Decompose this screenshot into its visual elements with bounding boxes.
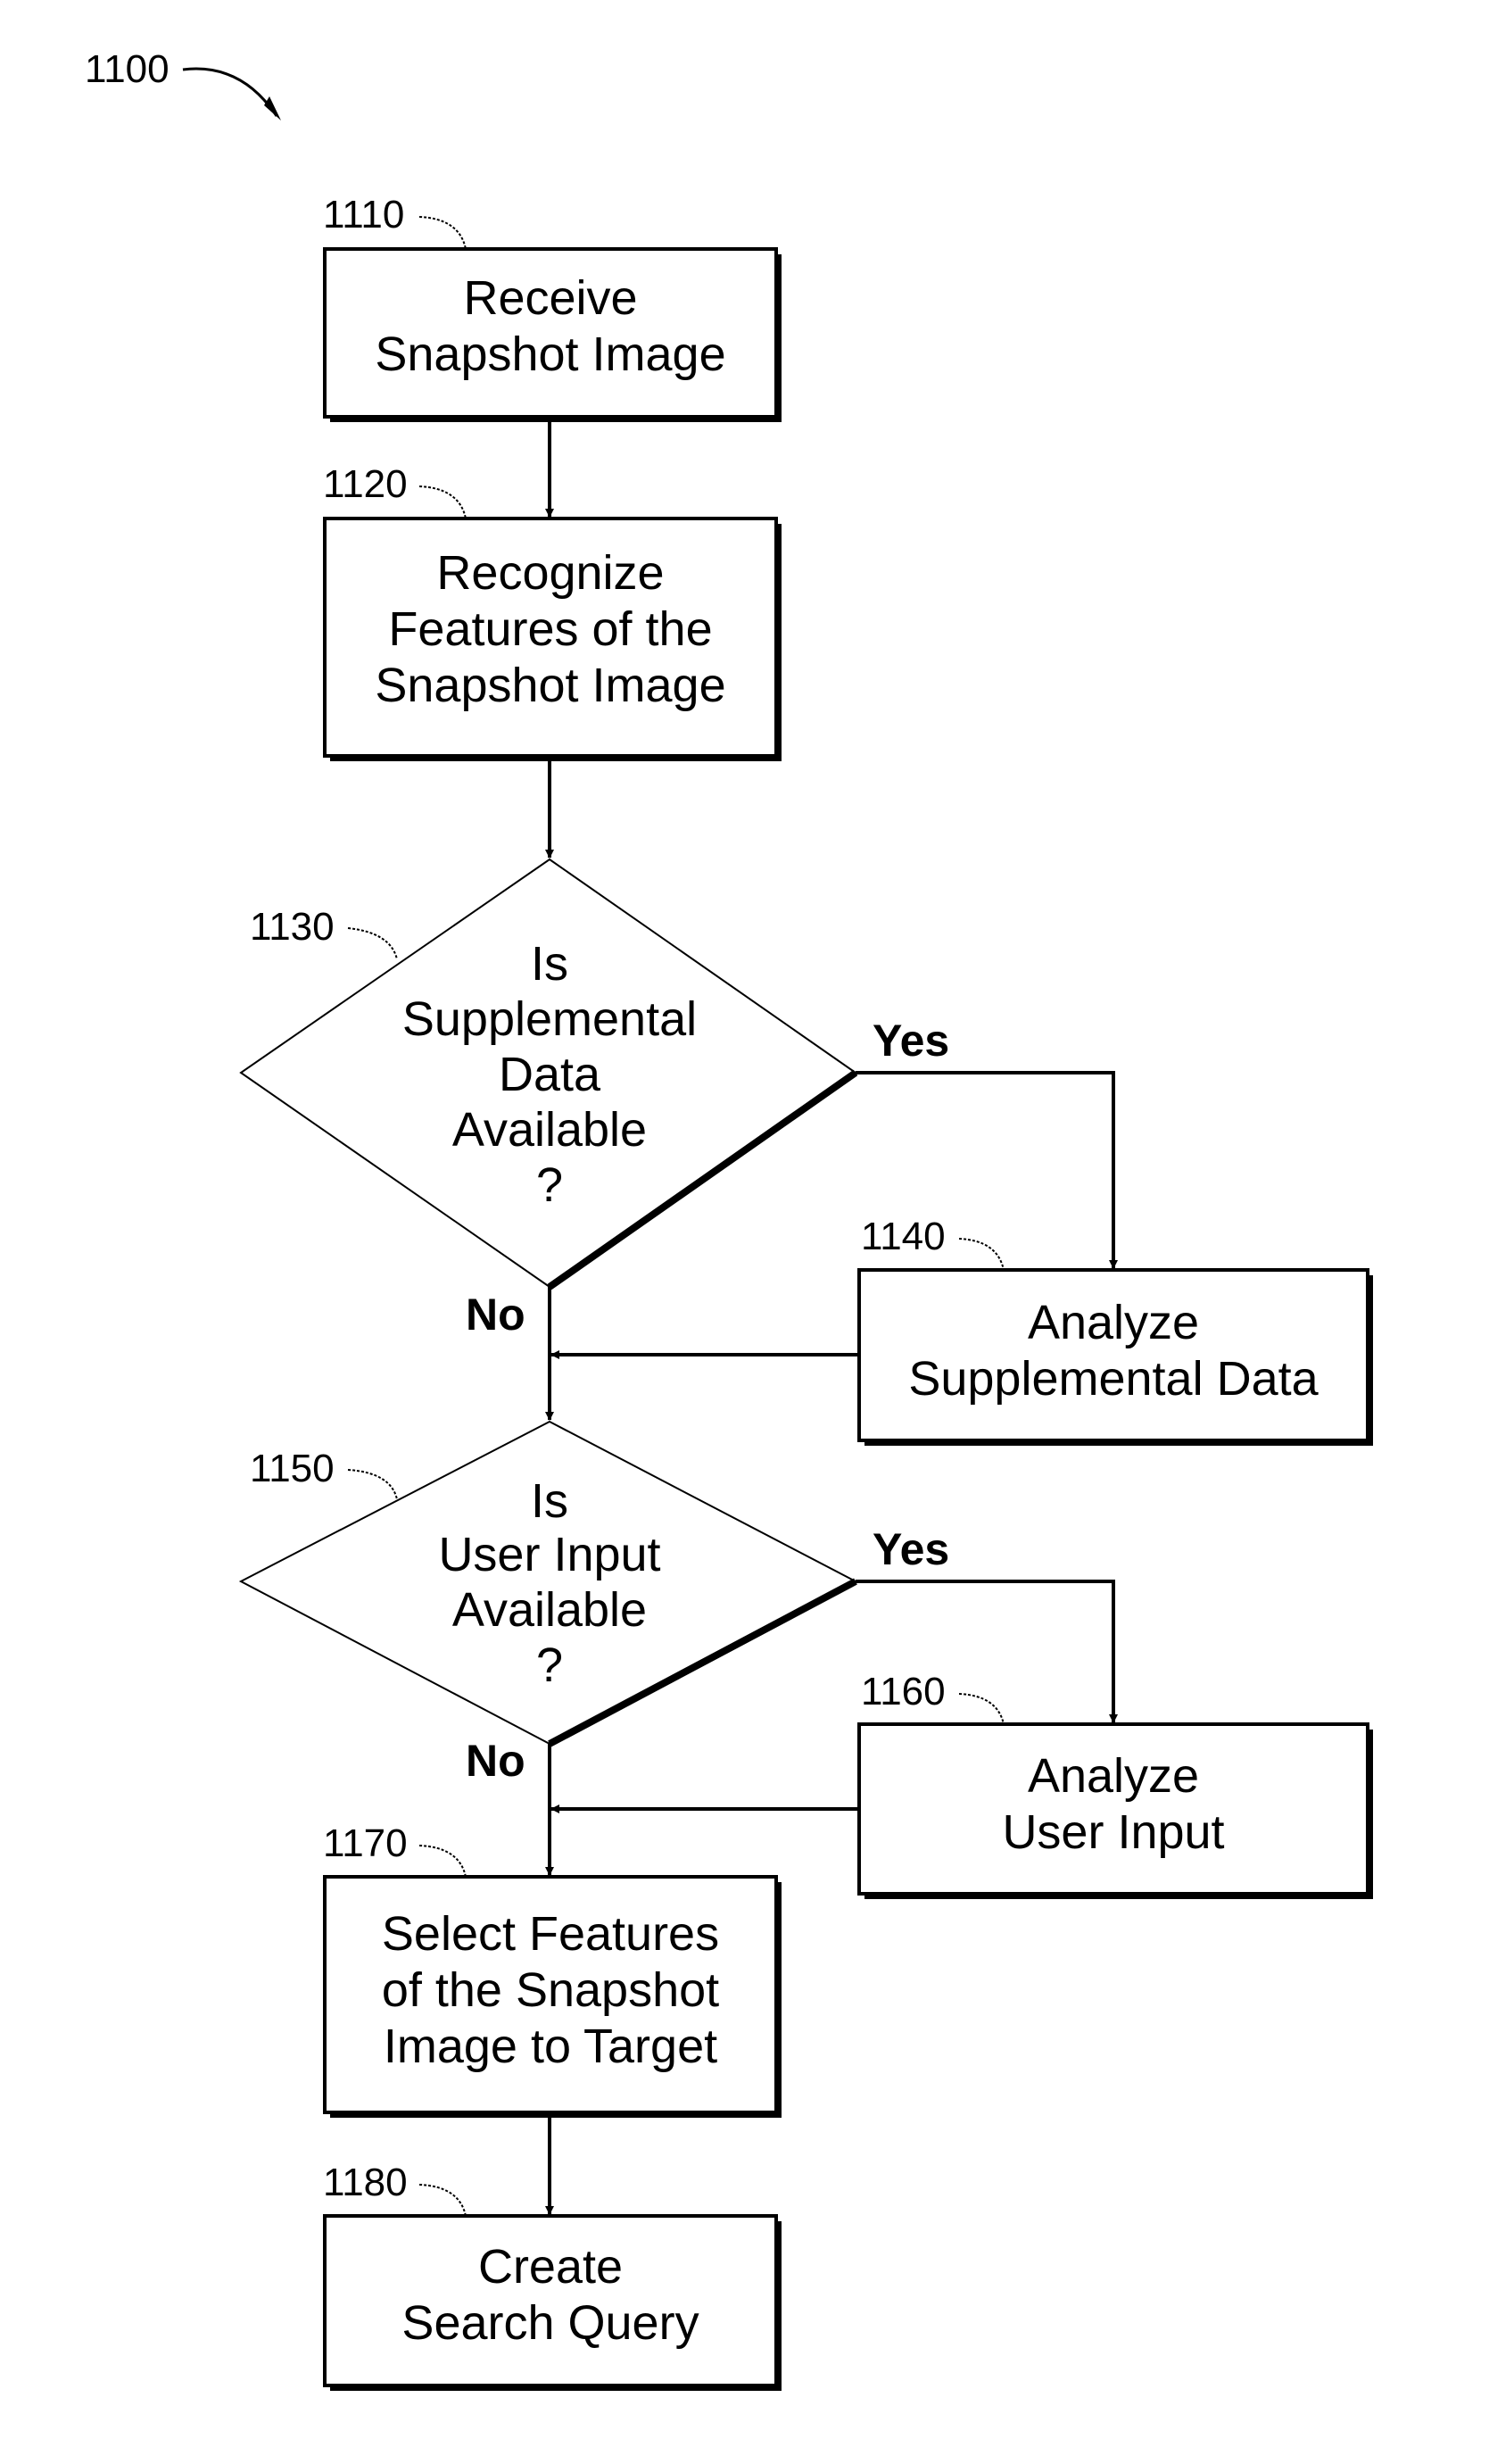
node-text: Available — [452, 1583, 647, 1637]
node-text: User Input — [1002, 1805, 1224, 1859]
node-text: Snapshot Image — [375, 659, 725, 712]
node-text: Search Query — [401, 2296, 699, 2350]
ref-label-1170: 1170 — [323, 1821, 408, 1865]
ref-leader — [418, 485, 467, 519]
process-box-1140: Analyze Supplemental Data — [857, 1268, 1373, 1446]
process-box-1180: Create Search Query — [323, 2214, 782, 2391]
node-text: Features of the — [388, 602, 712, 656]
figure-ref-label: 1100 — [85, 47, 170, 91]
ref-label-1150: 1150 — [250, 1447, 335, 1490]
ref-label-1120: 1120 — [323, 462, 408, 506]
node-text: Supplemental Data — [908, 1352, 1319, 1406]
ref-label-1130: 1130 — [250, 905, 335, 949]
figure-ref-arrow — [182, 67, 278, 117]
ref-label-1180: 1180 — [323, 2161, 408, 2204]
node-text: ? — [536, 1639, 563, 1692]
node-text: of the Snapshot — [382, 1963, 719, 2017]
yes-label: Yes — [873, 1524, 949, 1574]
node-text: Is — [531, 1474, 568, 1528]
process-box-1170: Select Features of the Snapshot Image to… — [323, 1875, 782, 2118]
process-box-1160: Analyze User Input — [857, 1722, 1373, 1899]
process-box-1120: Recognize Features of the Snapshot Image — [323, 517, 782, 761]
node-text: Receive — [463, 271, 637, 325]
ref-leader — [347, 1469, 398, 1500]
node-text: Snapshot Image — [375, 328, 725, 381]
ref-label-1140: 1140 — [861, 1215, 946, 1258]
node-text: Is — [531, 937, 568, 991]
node-text: Analyze — [1028, 1296, 1199, 1349]
node-text: Select Features — [382, 1907, 719, 1961]
ref-leader — [958, 1693, 1005, 1725]
node-text: Create — [478, 2240, 623, 2294]
node-text: ? — [536, 1158, 563, 1212]
ref-leader — [418, 216, 467, 250]
ref-leader — [347, 927, 398, 960]
node-text: Recognize — [436, 546, 664, 600]
ref-leader — [958, 1238, 1005, 1271]
no-label: No — [466, 1290, 525, 1340]
node-text: Analyze — [1028, 1749, 1199, 1803]
no-label: No — [466, 1736, 525, 1786]
node-text: Data — [499, 1048, 601, 1101]
node-text: Image to Target — [384, 2020, 717, 2073]
ref-leader — [418, 2184, 467, 2217]
flowchart: 1100 Receive Snapshot Image 1110 Recogni… — [85, 47, 1373, 2391]
node-text: Supplemental — [402, 992, 697, 1046]
yes-label: Yes — [873, 1016, 949, 1066]
node-text: Available — [452, 1103, 647, 1157]
figure-ref-arrowhead — [264, 96, 281, 120]
node-text: User Input — [438, 1528, 660, 1581]
ref-label-1110: 1110 — [323, 193, 404, 236]
process-box-1110: Receive Snapshot Image — [323, 247, 782, 422]
ref-leader — [418, 1845, 467, 1878]
ref-label-1160: 1160 — [861, 1670, 946, 1713]
